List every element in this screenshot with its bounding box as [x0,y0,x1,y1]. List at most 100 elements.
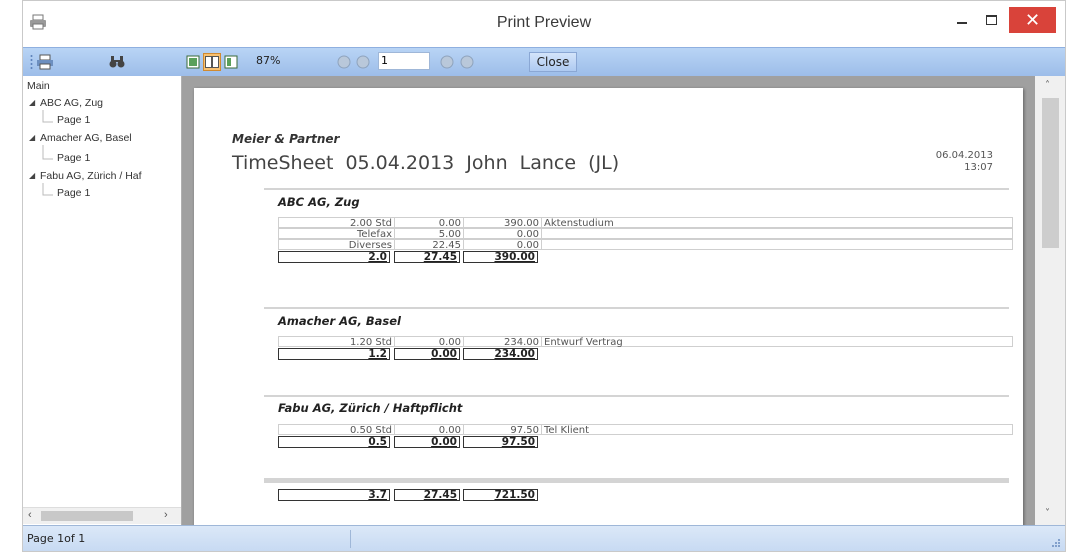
hours-cell: 2.00 Std [278,217,394,229]
next-page-button[interactable] [439,53,455,71]
next-page-icon [440,55,454,69]
amount-cell: 0.00 [463,239,541,251]
maximize-button[interactable] [978,7,1004,33]
last-page-button[interactable] [459,53,475,71]
section-divider [264,395,1009,397]
hours-cell: 1.20 Std [278,336,394,348]
toolbar: 87% 1 Close [23,47,1065,77]
minimize-button[interactable] [949,7,975,33]
two-pages-icon [205,56,219,68]
report-page: Meier & Partner TimeSheet 05.04.2013 Joh… [194,88,1023,525]
zoom-level[interactable]: 87% [256,54,280,67]
window-title: Print Preview [496,14,592,31]
scroll-right-icon[interactable]: › [164,509,168,521]
scroll-up-icon[interactable]: ˄ [1045,80,1050,91]
tree-connector [42,183,53,196]
collapse-arrow-icon[interactable]: ◢ [29,171,35,180]
previous-page-icon [356,55,370,69]
print-date-value: 06.04.2013 [935,150,993,161]
binoculars-icon [109,56,125,68]
hours-cell: Telefax [278,228,394,240]
grand-total-amount: 721.50 [463,489,538,501]
status-separator [350,530,351,548]
tree-node[interactable]: Amacher AG, Basel [40,132,132,144]
tree-page[interactable]: Page 1 [57,152,90,164]
scroll-thumb[interactable] [1042,98,1059,248]
tree-connector [42,145,53,160]
previous-page-button[interactable] [355,53,371,71]
document-map: Main ◢ ABC AG, Zug Page 1 ◢ Amacher AG, … [23,76,182,525]
print-date: 06.04.2013 13:07 [936,150,993,174]
tree-page[interactable]: Page 1 [57,187,90,199]
single-page-icon [186,55,200,69]
tree-node[interactable]: ABC AG, Zug [40,97,103,109]
tree-node[interactable]: Fabu AG, Zürich / Haf [40,170,142,182]
expenses-cell: 22.45 [394,239,463,251]
tree-connector [42,110,53,123]
first-page-icon [337,55,351,69]
total-amount: 390.00 [463,251,538,263]
scroll-left-icon[interactable]: ‹ [28,509,32,521]
amount-cell: 0.00 [463,228,541,240]
page-number-input[interactable]: 1 [378,52,430,70]
description-cell: Entwurf Vertrag [541,336,1013,348]
page-layout-icon [224,55,238,69]
preview-area: Meier & Partner TimeSheet 05.04.2013 Joh… [182,76,1035,525]
collapse-arrow-icon[interactable]: ◢ [29,98,35,107]
company-name: Meier & Partner [232,132,340,146]
grand-total-expenses: 27.45 [394,489,460,501]
grand-total-hours: 3.7 [278,489,390,501]
close-preview-button[interactable]: Close [529,52,577,72]
hours-cell: Diverses [278,239,394,251]
amount-cell: 234.00 [463,336,541,348]
report-title: TimeSheet 05.04.2013 John Lance (JL) [232,152,620,174]
first-page-button[interactable] [336,53,352,71]
section-divider [264,188,1009,190]
close-window-button[interactable]: ✕ [1009,7,1056,33]
amount-cell: 390.00 [463,217,541,229]
scroll-down-icon[interactable]: ˅ [1045,508,1050,519]
scroll-thumb[interactable] [41,511,133,521]
print-button[interactable] [35,53,55,71]
multiple-pages-button[interactable] [223,53,239,71]
total-expenses: 0.00 [394,436,460,448]
client-name: Amacher AG, Basel [278,314,401,328]
print-preview-window: Print Preview ✕ 87% 1 Close Main ◢ ABC A… [22,0,1066,552]
total-expenses: 27.45 [394,251,460,263]
client-name: Fabu AG, Zürich / Haftpflicht [278,401,463,415]
description-cell [541,228,1013,239]
expenses-cell: 0.00 [394,424,463,436]
expenses-cell: 5.00 [394,228,463,240]
hours-cell: 0.50 Std [278,424,394,436]
preview-vertical-scrollbar[interactable]: ˄ ˅ [1035,76,1065,525]
tree-root[interactable]: Main [27,80,50,92]
collapse-arrow-icon[interactable]: ◢ [29,133,35,142]
section-divider [264,307,1009,309]
minimize-icon [957,22,967,24]
total-hours: 1.2 [278,348,390,360]
close-icon: ✕ [1024,9,1041,31]
description-cell [541,239,1013,250]
amount-cell: 97.50 [463,424,541,436]
tree-page[interactable]: Page 1 [57,114,90,126]
single-page-button[interactable] [185,53,201,71]
toolbar-grip [29,53,33,71]
description-cell: Aktenstudium [541,217,1013,229]
print-time-value: 13:07 [964,162,993,173]
find-button[interactable] [107,53,127,71]
description-cell: Tel Klient [541,424,1013,436]
resize-grip-icon[interactable] [1051,538,1061,548]
print-icon [37,54,53,70]
total-hours: 2.0 [278,251,390,263]
total-amount: 97.50 [463,436,538,448]
expenses-cell: 0.00 [394,336,463,348]
last-page-icon [460,55,474,69]
maximize-icon [985,15,997,25]
total-amount: 234.00 [463,348,538,360]
two-pages-button[interactable] [203,53,221,71]
expenses-cell: 0.00 [394,217,463,229]
client-name: ABC AG, Zug [278,195,360,209]
page-count-status: Page 1of 1 [27,532,86,545]
grand-total-divider [264,478,1009,483]
tree-horizontal-scrollbar[interactable]: ‹ › [23,507,181,524]
